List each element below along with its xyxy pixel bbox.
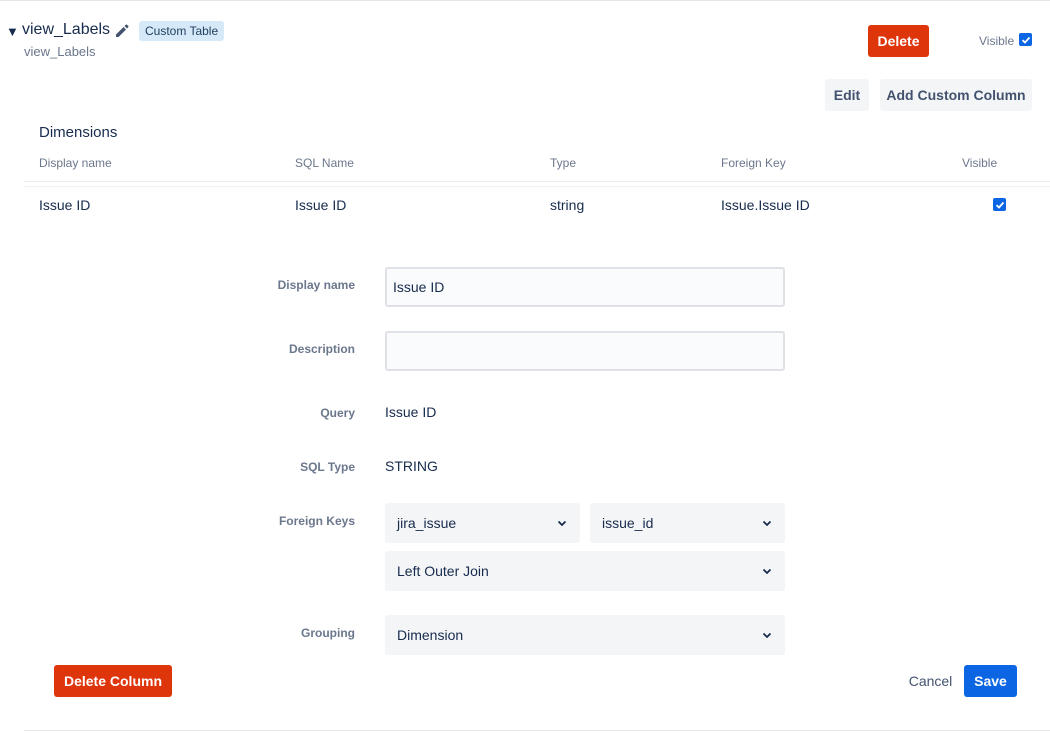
query-value: Issue ID bbox=[385, 404, 437, 420]
bottom-divider bbox=[24, 730, 1050, 731]
join-type-select[interactable]: Left Outer Join bbox=[385, 551, 785, 591]
fk-table-value: jira_issue bbox=[397, 515, 457, 531]
sql-type-value: STRING bbox=[385, 458, 438, 474]
chevron-down-icon bbox=[557, 520, 567, 527]
join-type-value: Left Outer Join bbox=[397, 563, 489, 579]
chevron-down-icon bbox=[762, 520, 772, 527]
cell-display-name: Issue ID bbox=[39, 197, 91, 213]
add-custom-column-button[interactable]: Add Custom Column bbox=[880, 79, 1032, 111]
grouping-value: Dimension bbox=[397, 627, 464, 643]
grouping-select[interactable]: Dimension bbox=[385, 615, 785, 655]
pencil-icon[interactable] bbox=[114, 23, 130, 39]
sql-type-label: SQL Type bbox=[300, 460, 355, 474]
column-header-visible: Visible bbox=[962, 156, 998, 170]
row-visible-checkbox[interactable] bbox=[993, 198, 1006, 211]
description-label: Description bbox=[288, 342, 355, 356]
chevron-down-icon bbox=[762, 568, 772, 575]
chevron-down-icon bbox=[762, 632, 772, 639]
edit-button[interactable]: Edit bbox=[825, 79, 869, 111]
save-button[interactable]: Save bbox=[964, 665, 1017, 697]
column-header-foreign-key: Foreign Key bbox=[721, 156, 786, 170]
fk-table-select[interactable]: jira_issue bbox=[385, 503, 580, 543]
custom-table-badge: Custom Table bbox=[139, 21, 225, 41]
collapse-toggle-icon[interactable]: ▼ bbox=[6, 24, 19, 39]
table-name: view_Labels bbox=[22, 21, 111, 38]
column-header-sql-name: SQL Name bbox=[295, 156, 354, 170]
cancel-button[interactable]: Cancel bbox=[903, 665, 958, 697]
delete-table-button[interactable]: Delete bbox=[868, 25, 929, 57]
top-divider bbox=[0, 0, 1050, 1]
query-label: Query bbox=[320, 406, 355, 420]
fk-column-select[interactable]: issue_id bbox=[590, 503, 785, 543]
visible-label: Visible bbox=[979, 34, 1015, 48]
description-input[interactable] bbox=[385, 331, 785, 371]
dimensions-title: Dimensions bbox=[39, 124, 118, 141]
checkbox-checked-icon bbox=[995, 201, 1004, 209]
cell-type: string bbox=[550, 197, 585, 213]
table-sql-name: view_Labels bbox=[24, 44, 96, 59]
foreign-keys-label: Foreign Keys bbox=[278, 514, 355, 528]
delete-column-button[interactable]: Delete Column bbox=[54, 665, 172, 697]
column-header-type: Type bbox=[550, 156, 577, 170]
cell-foreign-key: Issue.Issue ID bbox=[721, 197, 810, 213]
checkbox-checked-icon bbox=[1021, 36, 1030, 44]
table-visible-checkbox[interactable] bbox=[1019, 33, 1032, 46]
cell-sql-name: Issue ID bbox=[295, 197, 347, 213]
header-divider-secondary bbox=[24, 186, 1050, 187]
header-divider bbox=[24, 181, 1050, 182]
fk-column-value: issue_id bbox=[602, 515, 654, 531]
column-header-display-name: Display name bbox=[39, 156, 112, 170]
display-name-input[interactable] bbox=[385, 267, 785, 307]
display-name-label: Display name bbox=[277, 278, 355, 292]
grouping-label: Grouping bbox=[301, 626, 355, 640]
